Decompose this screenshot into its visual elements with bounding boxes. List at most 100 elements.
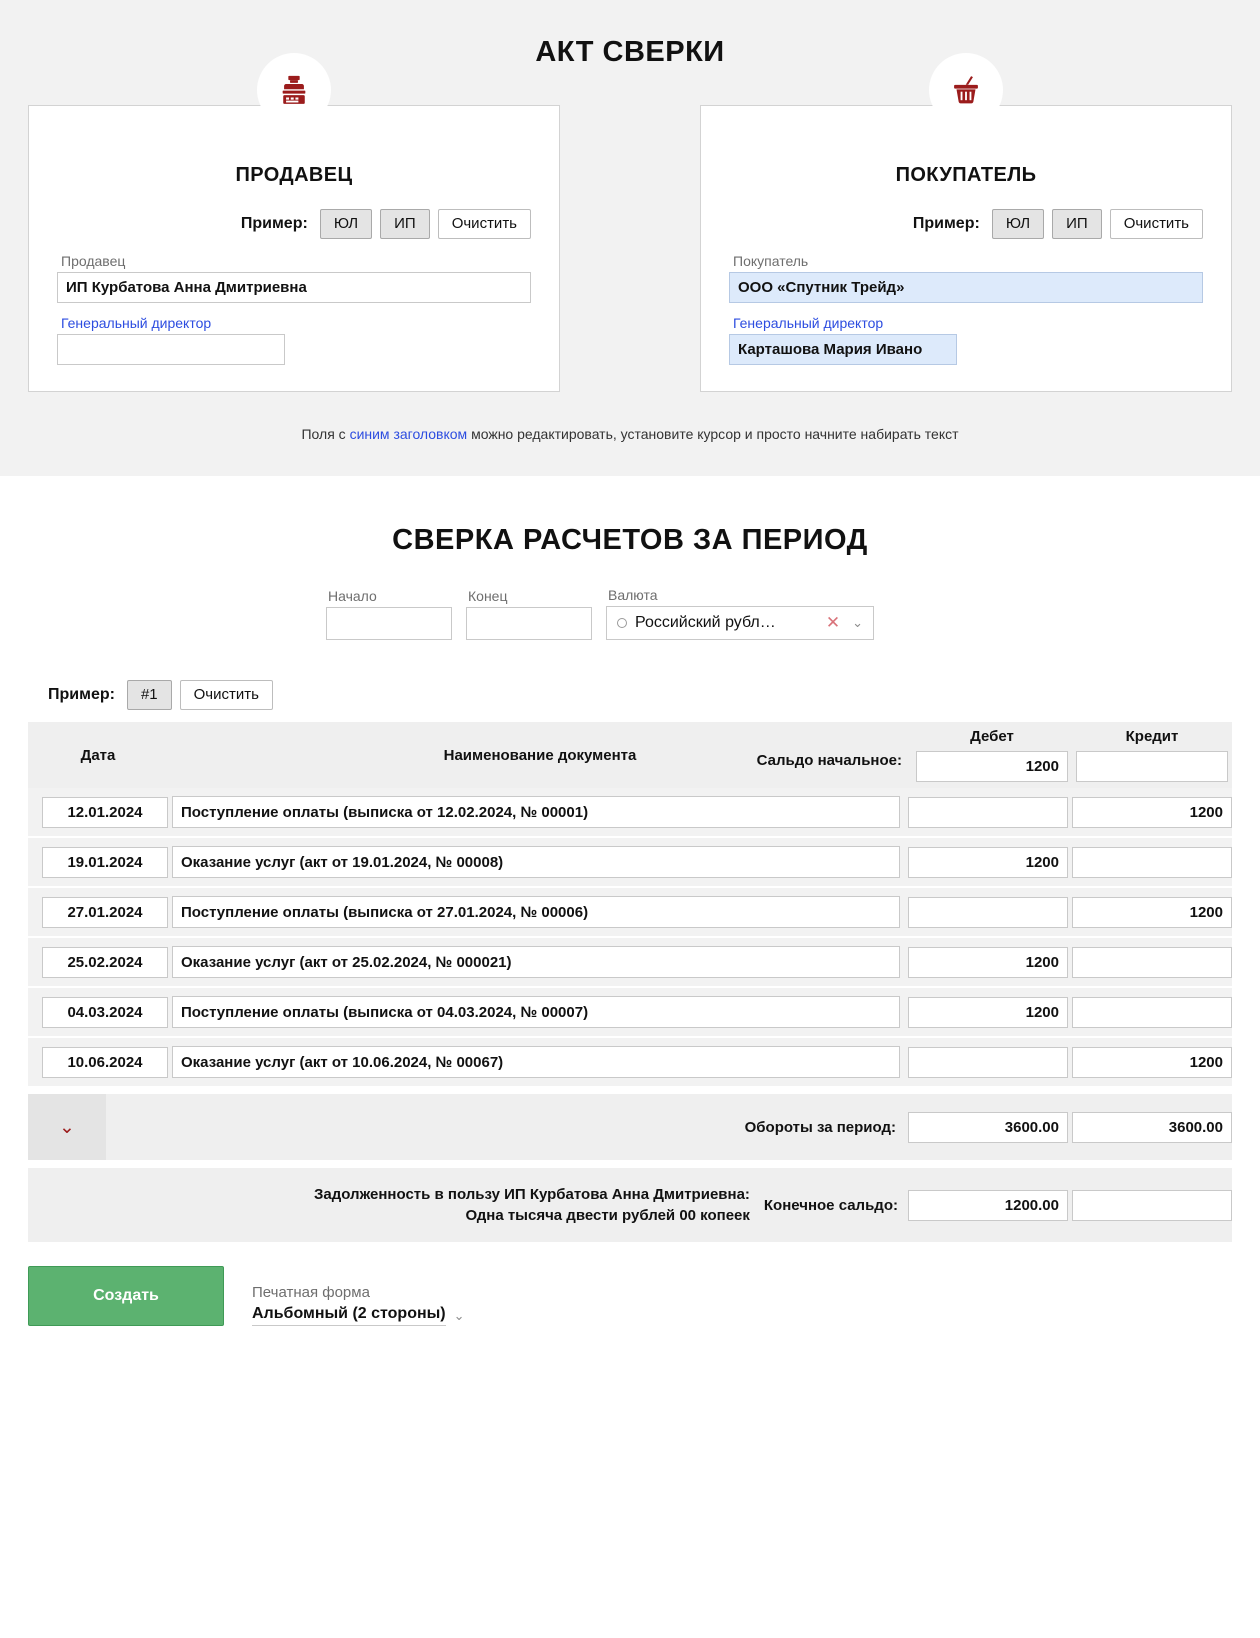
start-date-label: Начало [328, 588, 377, 604]
turnover-debit-input[interactable] [908, 1111, 1068, 1143]
seller-role-input[interactable] [57, 334, 285, 365]
seller-role-label: Генеральный директор [61, 315, 212, 331]
buyer-clear-button[interactable]: Очистить [1109, 209, 1203, 239]
parties-section: АКТ СВЕРКИ ПРОДАВЕЦ Пример: ЮЛ ИП Очисти… [0, 0, 1260, 476]
row-credit-cell [1072, 846, 1232, 878]
row-credit-cell [1072, 896, 1232, 928]
buyer-example-row: Пример: ЮЛ ИП Очистить [729, 209, 1203, 239]
seller-example-label: Пример: [240, 215, 308, 232]
row-date-cell [28, 996, 168, 1028]
x-clear-icon[interactable]: ✕ [822, 613, 844, 633]
print-form-label: Печатная форма [252, 1284, 370, 1301]
currency-radio-icon [617, 618, 627, 628]
row-document-input[interactable] [172, 896, 900, 928]
row-document-input[interactable] [172, 846, 900, 878]
row-date-input[interactable] [42, 946, 168, 978]
page-title: АКТ СВЕРКИ [535, 36, 725, 68]
chevron-down-icon[interactable]: ⌄ [454, 1308, 465, 1324]
row-debit-cell [908, 996, 1068, 1028]
buyer-role-input[interactable] [729, 334, 957, 365]
seller-ul-button[interactable]: ЮЛ [319, 209, 373, 239]
seller-name-input[interactable] [57, 272, 531, 303]
row-debit-cell [908, 796, 1068, 828]
seller-title: ПРОДАВЕЦ [235, 164, 353, 186]
start-date-input[interactable] [326, 607, 452, 640]
buyer-title: ПОКУПАТЕЛЬ [895, 164, 1037, 186]
row-debit-input[interactable] [908, 1046, 1068, 1078]
final-balance-credit-input[interactable] [1072, 1189, 1232, 1221]
row-credit-input[interactable] [1072, 946, 1232, 978]
buyer-example-label: Пример: [912, 215, 980, 232]
seller-ip-button[interactable]: ИП [380, 209, 430, 239]
row-credit-cell [1072, 946, 1232, 978]
currency-select[interactable]: Российский рубл… ✕ ⌄ [606, 606, 874, 640]
chevron-down-icon[interactable]: ⌄ [28, 1094, 106, 1160]
column-header-credit: Кредит [1072, 722, 1232, 788]
row-document-input[interactable] [172, 996, 900, 1028]
table-row [28, 838, 1232, 888]
edit-hint-part1: Поля с [301, 426, 350, 442]
row-document-input[interactable] [172, 1046, 900, 1078]
row-document-input[interactable] [172, 796, 900, 828]
final-balance-debit-input[interactable] [908, 1189, 1068, 1221]
create-button[interactable]: Создать [28, 1266, 224, 1326]
turnover-debit-cell [908, 1094, 1068, 1160]
row-document-cell [172, 796, 904, 828]
row-debit-input[interactable] [908, 946, 1068, 978]
row-debit-input[interactable] [908, 796, 1068, 828]
end-date-input[interactable] [466, 607, 592, 640]
example-1-button[interactable]: #1 [126, 680, 172, 710]
print-form-select[interactable]: Альбомный (2 стороны) ⌄ [252, 1305, 465, 1326]
table-clear-button[interactable]: Очистить [179, 680, 273, 710]
turnover-label: Обороты за период: [744, 1118, 896, 1136]
final-balance-label: Конечное сальдо: [763, 1196, 898, 1214]
opening-balance-credit-input[interactable] [1076, 751, 1228, 782]
row-date-input[interactable] [42, 896, 168, 928]
opening-balance-debit-input[interactable] [916, 751, 1068, 782]
turnover-credit-cell [1072, 1094, 1232, 1160]
column-header-credit-label: Кредит [1125, 728, 1179, 745]
row-document-cell [172, 1046, 904, 1078]
end-date-label: Конец [468, 588, 508, 604]
reconciliation-section: СВЕРКА РАСЧЕТОВ ЗА ПЕРИОД Начало Конец В… [0, 524, 1260, 1382]
section-title: СВЕРКА РАСЧЕТОВ ЗА ПЕРИОД [392, 524, 868, 556]
table-example-label: Пример: [48, 686, 115, 703]
row-credit-input[interactable] [1072, 846, 1232, 878]
edit-hint-part2: можно редактировать, установите курсор и… [467, 426, 959, 442]
row-credit-input[interactable] [1072, 896, 1232, 928]
cash-register-icon [257, 53, 331, 127]
debt-summary-line2: Одна тысяча двести рублей 00 копеек [465, 1207, 750, 1224]
row-date-input[interactable] [42, 996, 168, 1028]
row-date-input[interactable] [42, 846, 168, 878]
turnover-credit-input[interactable] [1072, 1111, 1232, 1143]
row-debit-input[interactable] [908, 846, 1068, 878]
opening-balance-label: Сальдо начальное: [756, 752, 902, 769]
table-row [28, 1038, 1232, 1088]
row-document-cell [172, 846, 904, 878]
buyer-name-input[interactable] [729, 272, 1203, 303]
final-balance-row: Задолженность в пользу ИП Курбатова Анна… [28, 1168, 1232, 1242]
buyer-card: ПОКУПАТЕЛЬ Пример: ЮЛ ИП Очистить Покупа… [700, 53, 1232, 392]
row-document-input[interactable] [172, 946, 900, 978]
shopping-basket-icon [929, 53, 1003, 127]
row-debit-input[interactable] [908, 896, 1068, 928]
table-row [28, 988, 1232, 1038]
row-debit-cell [908, 846, 1068, 878]
buyer-name-label: Покупатель [733, 253, 809, 269]
footer-actions: Создать Печатная форма Альбомный (2 стор… [0, 1242, 1260, 1356]
chevron-down-icon[interactable]: ⌄ [852, 615, 865, 631]
row-credit-input[interactable] [1072, 1046, 1232, 1078]
buyer-ul-button[interactable]: ЮЛ [991, 209, 1045, 239]
row-credit-input[interactable] [1072, 796, 1232, 828]
edit-hint-blue: синим заголовком [349, 426, 468, 442]
column-header-date: Дата [80, 746, 116, 764]
row-credit-input[interactable] [1072, 996, 1232, 1028]
row-debit-input[interactable] [908, 996, 1068, 1028]
row-date-input[interactable] [42, 796, 168, 828]
row-date-cell [28, 796, 168, 828]
final-balance-debit-cell [908, 1168, 1068, 1242]
buyer-ip-button[interactable]: ИП [1052, 209, 1102, 239]
seller-clear-button[interactable]: Очистить [437, 209, 531, 239]
turnover-label-cell: Обороты за период: [106, 1094, 908, 1160]
row-date-input[interactable] [42, 1046, 168, 1078]
